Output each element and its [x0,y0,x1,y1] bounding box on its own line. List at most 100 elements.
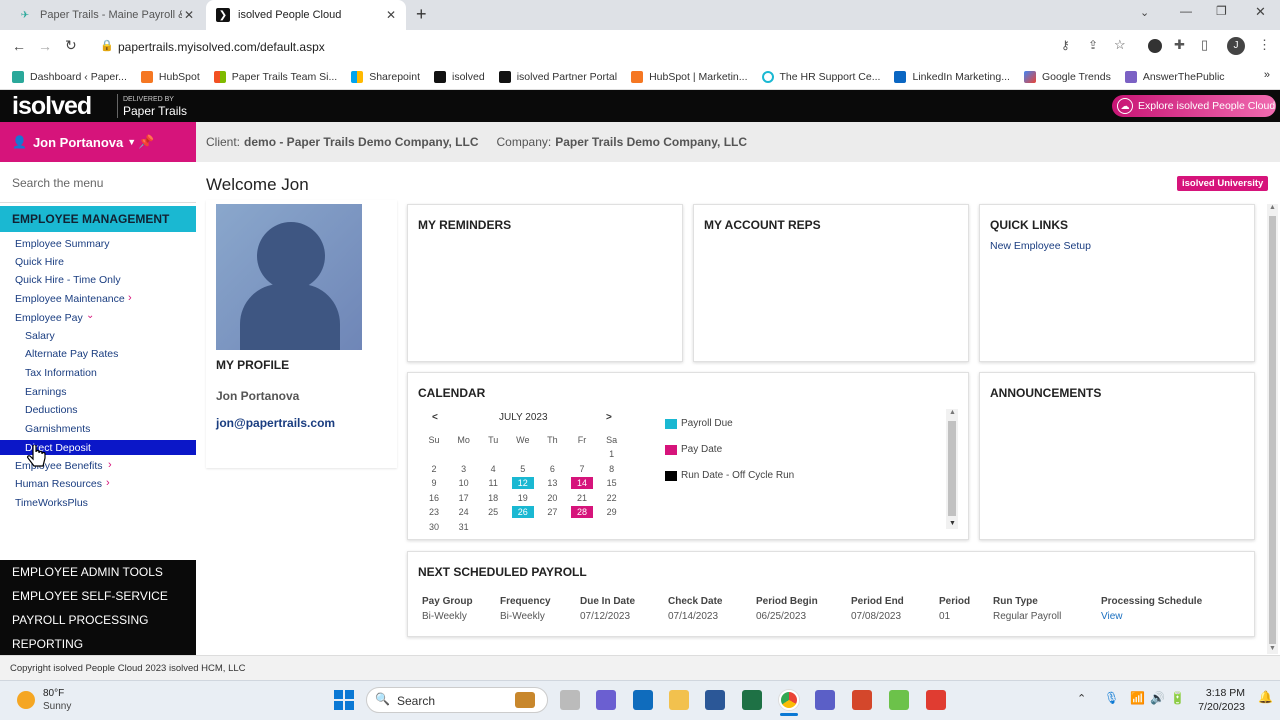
calendar-scrollbar[interactable]: ▲ ▼ [946,409,958,529]
excel-icon[interactable] [742,690,762,710]
link-new-employee-setup[interactable]: New Employee Setup [990,240,1091,252]
teams-icon[interactable] [815,690,835,710]
calendar-day[interactable]: 19 [512,492,534,504]
explore-people-cloud-button[interactable]: ☁ Explore isolved People Cloud [1112,95,1276,117]
calendar-day[interactable]: 6 [541,463,563,475]
page-scrollbar[interactable]: ▲ ▼ [1267,204,1278,654]
menu-reporting[interactable]: REPORTING [12,637,83,651]
nav-human-resources[interactable]: Human Resources [15,478,102,490]
more-menu-icon[interactable]: ⋮ [1258,37,1271,53]
bookmark-item[interactable]: The HR Support Ce... [761,70,880,83]
calendar-day[interactable]: 12 [511,477,534,490]
maximize-icon[interactable]: ❐ [1216,4,1227,18]
scroll-down-icon[interactable]: ▼ [949,520,956,527]
nav-garnishments[interactable]: Garnishments [25,423,90,435]
battery-icon[interactable]: 🔋 [1170,691,1185,705]
minimize-icon[interactable]: — [1180,4,1192,18]
clock-time[interactable]: 3:18 PM [1201,687,1245,699]
calendar-day[interactable]: 11 [482,477,504,489]
scroll-thumb[interactable] [1269,216,1276,644]
calendar-day[interactable]: 3 [453,463,475,475]
close-tab-icon[interactable]: ✕ [386,8,396,22]
bookmark-item[interactable]: Dashboard ‹ Paper... [12,70,127,83]
bookmark-item[interactable]: isolved Partner Portal [498,70,617,83]
scroll-up-icon[interactable]: ▲ [949,409,956,416]
calendar-day[interactable]: 14 [571,477,593,490]
task-view-icon[interactable] [560,690,580,710]
scroll-up-icon[interactable]: ▲ [1269,204,1276,211]
calendar-day[interactable]: 16 [423,492,445,504]
share-icon[interactable]: ⇪ [1088,38,1098,52]
nav-alternate-pay-rates[interactable]: Alternate Pay Rates [25,348,118,360]
calendar-day[interactable]: 8 [601,463,623,475]
bookmark-item[interactable]: Paper Trails Team Si... [213,70,337,83]
puzzle-icon[interactable]: ✚ [1174,37,1185,53]
new-tab-button[interactable]: + [416,4,427,25]
key-icon[interactable]: ⚷ [1061,38,1070,52]
calendar-day[interactable]: 9 [423,477,445,489]
calendar-day[interactable]: 1 [601,448,623,460]
nav-employee-maintenance[interactable]: Employee Maintenance [15,293,125,305]
nav-deductions[interactable]: Deductions [25,404,78,416]
back-icon[interactable]: ← [12,38,26,54]
nav-salary[interactable]: Salary [25,330,55,342]
wifi-icon[interactable]: 📶 [1130,691,1145,705]
profile-avatar[interactable]: J [1227,37,1245,55]
next-month-button[interactable]: > [606,412,612,423]
calendar-day[interactable]: 28 [571,506,593,519]
clock-date[interactable]: 7/20/2023 [1192,701,1245,713]
calendar-day[interactable]: 25 [482,506,504,518]
calendar-day[interactable]: 30 [423,521,445,533]
menu-employee-admin-tools[interactable]: EMPLOYEE ADMIN TOOLS [12,565,163,579]
tab-paper-trails[interactable]: ✈ Paper Trails - Maine Payroll & Bo ✕ [8,0,204,30]
bookmark-item[interactable]: isolved [434,70,485,83]
nav-quick-hire[interactable]: Quick Hire [15,256,64,268]
nav-employee-summary[interactable]: Employee Summary [15,238,110,250]
calendar-day[interactable]: 15 [601,477,623,489]
view-schedule-link[interactable]: View [1101,611,1123,622]
calendar-day[interactable]: 29 [601,506,623,518]
calendar-day[interactable]: 22 [601,492,623,504]
isolved-logo[interactable]: isolved [12,92,92,121]
bitdefender-icon[interactable] [852,690,872,710]
tray-chevron-icon[interactable]: ⌃ [1077,692,1086,705]
nav-tax-information[interactable]: Tax Information [25,367,97,379]
file-explorer-icon[interactable] [669,690,689,710]
calendar-day[interactable]: 18 [482,492,504,504]
section-employee-management[interactable]: EMPLOYEE MANAGEMENT [0,206,196,232]
windows-start-icon[interactable] [334,690,354,710]
calendar-day[interactable]: 5 [512,463,534,475]
menu-payroll-processing[interactable]: PAYROLL PROCESSING [12,613,148,627]
calendar-day[interactable]: 2 [423,463,445,475]
chrome-icon[interactable] [779,690,799,710]
bookmark-item[interactable]: HubSpot [140,70,200,83]
calendar-day[interactable]: 27 [541,506,563,518]
bookmark-item[interactable]: AnswerThePublic [1124,70,1225,83]
pin-icon[interactable]: 📌 [138,134,154,150]
calendar-day[interactable]: 7 [571,463,593,475]
sun-icon[interactable] [17,691,35,709]
microphone-icon[interactable]: 🎙 [1104,691,1119,705]
extension-icon[interactable] [1148,39,1162,53]
weather-temp[interactable]: 80°F [43,688,64,699]
profile-email[interactable]: jon@papertrails.com [216,416,335,430]
prev-month-button[interactable]: < [432,412,438,423]
calendar-day[interactable]: 20 [541,492,563,504]
taskbar-search[interactable]: 🔍 Search [366,687,548,713]
bookmark-star-icon[interactable]: ☆ [1114,37,1126,53]
calendar-day[interactable]: 13 [541,477,563,489]
weather-condition[interactable]: Sunny [43,701,71,712]
nav-employee-pay[interactable]: Employee Pay [15,312,83,324]
search-menu-input[interactable]: Search the menu [12,176,103,190]
calendar-day[interactable]: 21 [571,492,593,504]
bookmark-item[interactable]: HubSpot | Marketin... [631,70,748,83]
nav-earnings[interactable]: Earnings [25,386,66,398]
bookmarks-overflow-icon[interactable]: » [1264,69,1270,81]
bookmark-item[interactable]: LinkedIn Marketing... [894,70,1010,83]
menu-employee-self-service[interactable]: EMPLOYEE SELF-SERVICE [12,589,168,603]
close-tab-icon[interactable]: ✕ [184,8,194,22]
tab-isolved[interactable]: ❯ isolved People Cloud ✕ [206,0,406,30]
forward-icon[interactable]: → [38,38,52,54]
calendar-day[interactable]: 24 [453,506,475,518]
camtasia-icon[interactable] [889,690,909,710]
